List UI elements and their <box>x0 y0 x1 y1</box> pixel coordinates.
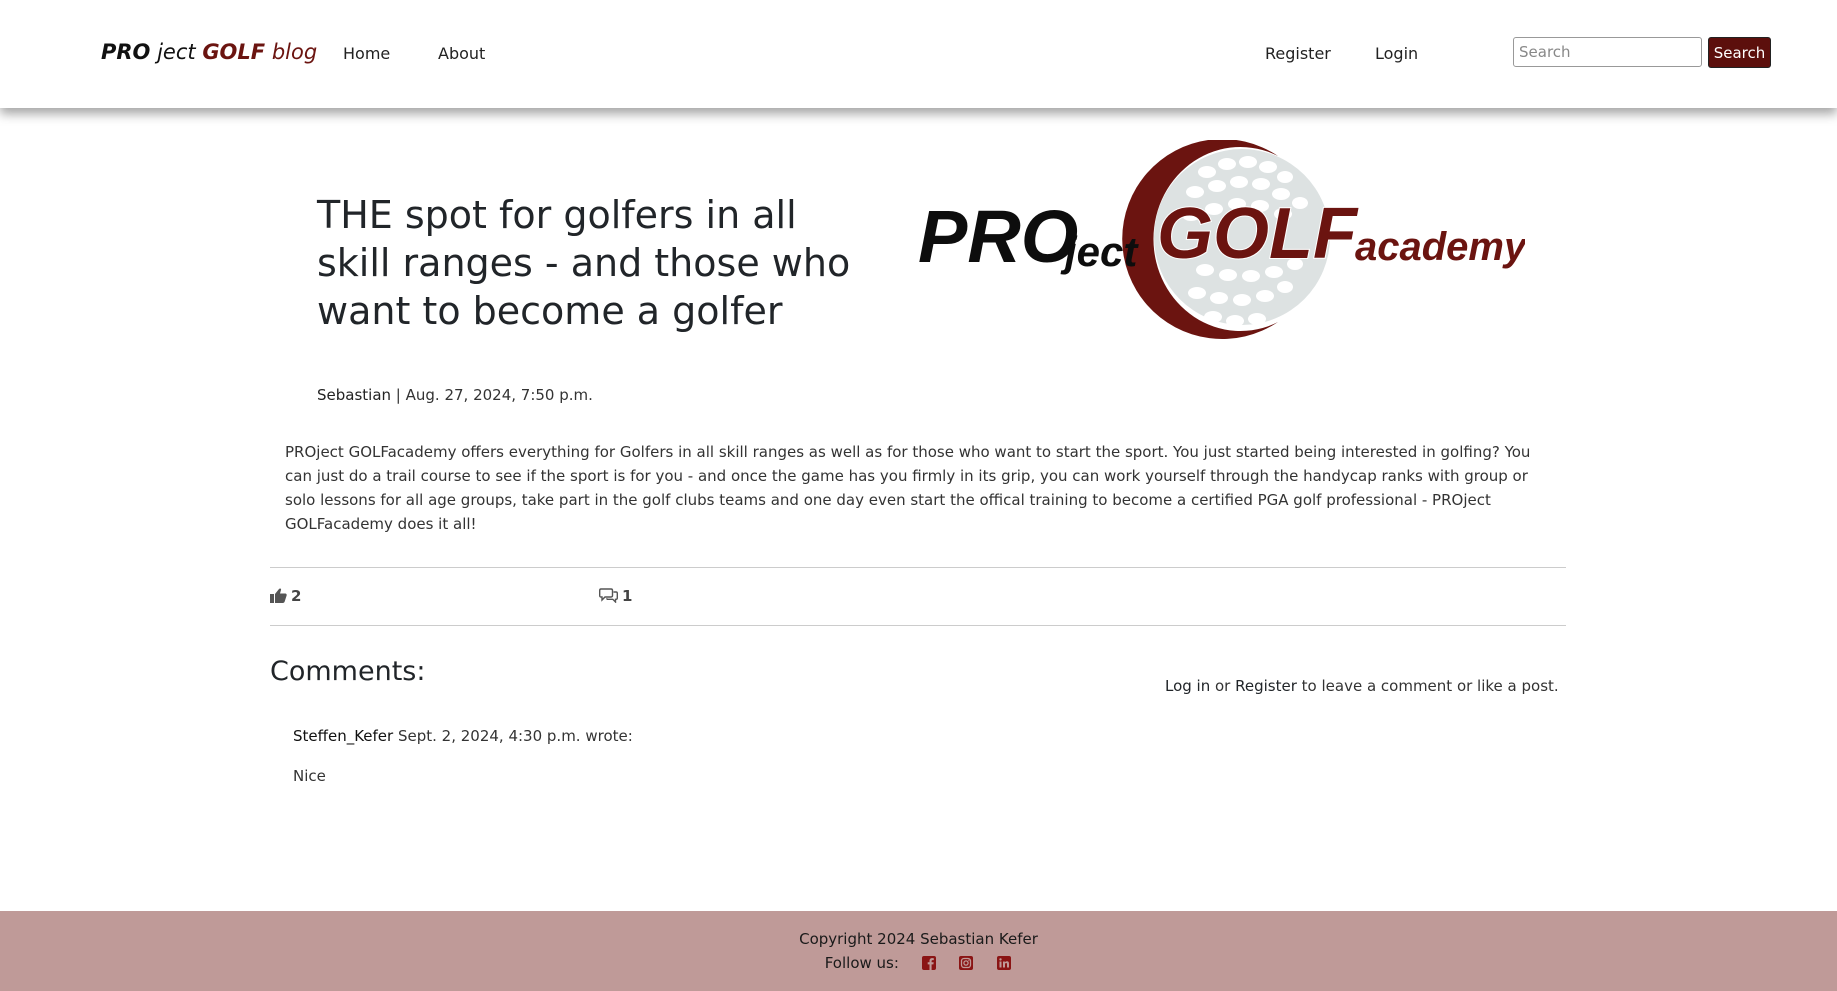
comment-author: Steffen_Kefer <box>293 727 394 745</box>
comments-stat: 1 <box>599 587 632 605</box>
logo-text-pro: PRO <box>918 195 1078 278</box>
likes-stat: 2 <box>270 587 301 605</box>
copyright-text: Copyright 2024 Sebastian Kefer <box>799 930 1038 948</box>
likes-count: 2 <box>291 587 302 605</box>
post-excerpt: PROject GOLFacademy offers everything fo… <box>285 443 1531 533</box>
nav-login[interactable]: Login <box>1375 44 1418 63</box>
navbar: PRO ject GOLF blog Home About Register L… <box>0 0 1837 108</box>
brand-part-golf: GOLF <box>202 40 266 64</box>
login-prompt-or: or <box>1210 677 1236 695</box>
follow-us: Follow us: <box>0 954 1837 972</box>
brand-part-pro: PRO <box>101 40 151 64</box>
follow-us-label: Follow us: <box>824 954 899 972</box>
comments-heading: Comments: <box>270 656 426 687</box>
comment-date: Sept. 2, 2024, 4:30 p.m. wrote: <box>393 727 633 745</box>
comments-count: 1 <box>622 587 633 605</box>
nav-register[interactable]: Register <box>1265 44 1331 63</box>
login-prompt: Log in or Register to leave a comment or… <box>1165 677 1559 695</box>
brand-part-ject: ject <box>150 40 203 64</box>
instagram-icon[interactable] <box>958 955 974 971</box>
nav-home[interactable]: Home <box>343 44 390 63</box>
post-date: Aug. 27, 2024, 7:50 p.m. <box>405 386 593 404</box>
brand-part-blog: blog <box>265 40 318 64</box>
logo-text-academy: academy <box>1355 225 1525 269</box>
academy-logo: PRO ject GOLF academy <box>918 140 1525 339</box>
brand-logo[interactable]: PRO ject GOLF blog <box>101 40 317 64</box>
post-meta: Sebastian | Aug. 27, 2024, 7:50 p.m. <box>317 386 593 404</box>
footer: Copyright 2024 Sebastian Kefer Follow us… <box>0 911 1837 991</box>
logo-text-golf: GOLF <box>1157 194 1359 274</box>
linkedin-icon[interactable] <box>996 955 1012 971</box>
thumbs-up-icon <box>270 588 287 603</box>
search-button[interactable]: Search <box>1708 37 1771 68</box>
author-link[interactable]: Sebastian <box>317 386 391 404</box>
logo-text-ject: ject <box>1060 228 1139 275</box>
meta-separator: | <box>391 386 406 404</box>
register-link[interactable]: Register <box>1235 677 1297 695</box>
post-stats: 2 1 <box>270 567 1566 626</box>
nav-about[interactable]: About <box>438 44 485 63</box>
login-link[interactable]: Log in <box>1165 677 1210 695</box>
post-title: THE spot for golfers in all skill ranges… <box>317 193 851 333</box>
comments-icon <box>599 588 618 604</box>
comment-header: Steffen_Kefer Sept. 2, 2024, 4:30 p.m. w… <box>293 727 633 745</box>
comment-body: Nice <box>293 767 326 785</box>
facebook-icon[interactable] <box>921 955 937 971</box>
search-input[interactable] <box>1513 37 1702 67</box>
login-prompt-suffix: to leave a comment or like a post. <box>1296 677 1559 695</box>
